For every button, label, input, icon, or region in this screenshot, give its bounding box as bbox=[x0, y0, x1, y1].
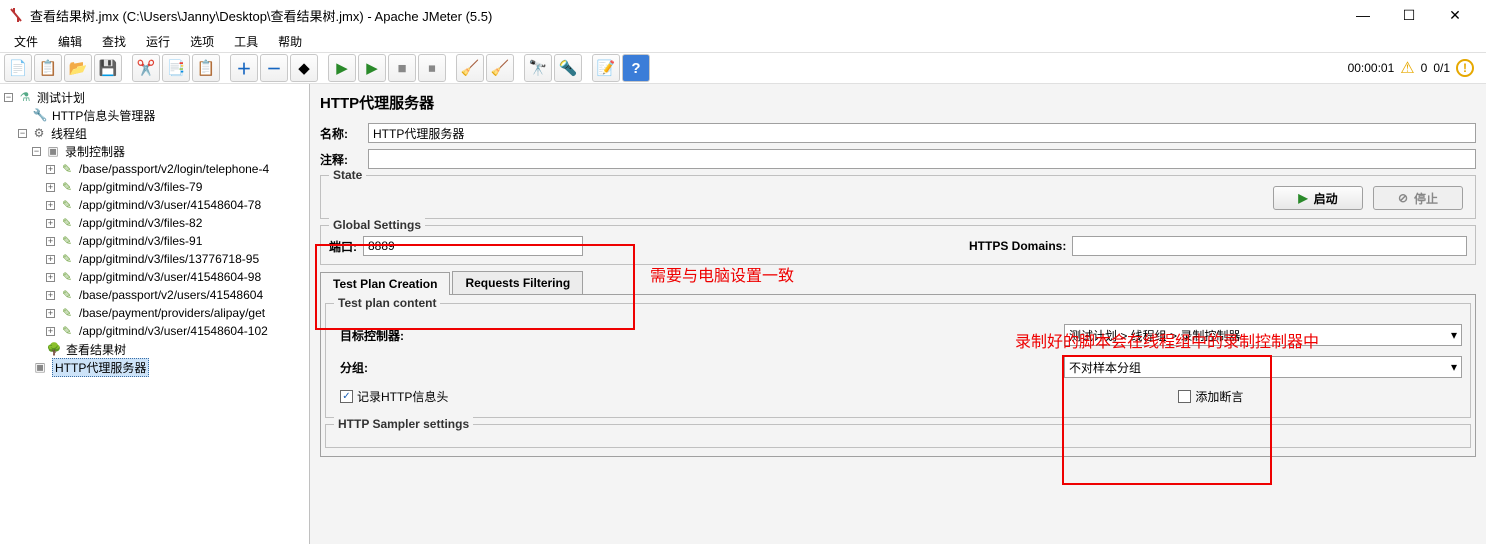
templates-icon[interactable]: 📋 bbox=[34, 54, 62, 82]
stop-button[interactable]: ⊘停止 bbox=[1373, 186, 1463, 210]
annotation-text-2: 录制好的脚本会在线程组中的录制控制器中 bbox=[1015, 328, 1319, 352]
name-field[interactable] bbox=[368, 123, 1476, 143]
tree-sampler[interactable]: +✎/app/gitmind/v3/files-91 bbox=[0, 232, 309, 250]
warning-triangle-icon[interactable]: ⚠ bbox=[1400, 58, 1414, 78]
start-button[interactable]: ▶启动 bbox=[1273, 186, 1363, 210]
port-field[interactable] bbox=[363, 236, 583, 256]
jmeter-icon bbox=[8, 7, 24, 23]
menu-bar: 文件 编辑 查找 运行 选项 工具 帮助 bbox=[0, 30, 1486, 52]
new-icon[interactable]: 📄 bbox=[4, 54, 32, 82]
function-helper-icon[interactable]: 📝 bbox=[592, 54, 620, 82]
tree-sampler[interactable]: +✎/app/gitmind/v3/files-79 bbox=[0, 178, 309, 196]
thread-count: 0/1 bbox=[1433, 61, 1450, 75]
clear-all-icon[interactable]: 🧹 bbox=[486, 54, 514, 82]
tree-header-manager[interactable]: 🔧HTTP信息头管理器 bbox=[0, 106, 309, 124]
chevron-down-icon: ▾ bbox=[1451, 328, 1457, 342]
error-count: 0 bbox=[1421, 61, 1428, 75]
shutdown-icon[interactable]: ⏹ bbox=[418, 54, 446, 82]
tree-root[interactable]: −⚗测试计划 bbox=[0, 88, 309, 106]
grouping-combo[interactable]: 不对样本分组▾ bbox=[1064, 356, 1462, 378]
minimize-button[interactable]: — bbox=[1340, 1, 1386, 29]
tab-bar: Test Plan Creation Requests Filtering bbox=[320, 271, 1476, 295]
toggle-icon[interactable]: ◆ bbox=[290, 54, 318, 82]
copy-icon[interactable]: 📑 bbox=[162, 54, 190, 82]
plus-icon[interactable]: ＋ bbox=[230, 54, 258, 82]
global-settings-fieldset: Global Settings 端口: HTTPS Domains: bbox=[320, 225, 1476, 265]
tree-sampler[interactable]: +✎/base/passport/v2/users/41548604 bbox=[0, 286, 309, 304]
record-headers-label: 记录HTTP信息头 bbox=[357, 388, 448, 405]
https-domains-field[interactable] bbox=[1072, 236, 1467, 256]
comment-field[interactable] bbox=[368, 149, 1476, 169]
menu-file[interactable]: 文件 bbox=[6, 31, 46, 52]
elapsed-time: 00:00:01 bbox=[1348, 61, 1395, 75]
tab-requests-filtering[interactable]: Requests Filtering bbox=[452, 271, 583, 294]
menu-options[interactable]: 选项 bbox=[182, 31, 222, 52]
sampler-legend: HTTP Sampler settings bbox=[334, 417, 473, 431]
tree-thread-group[interactable]: −⚙线程组 bbox=[0, 124, 309, 142]
tree-sampler[interactable]: +✎/app/gitmind/v3/user/41548604-78 bbox=[0, 196, 309, 214]
start-icon[interactable]: ▶ bbox=[328, 54, 356, 82]
tree-sampler[interactable]: +✎/app/gitmind/v3/files-82 bbox=[0, 214, 309, 232]
test-plan-tree[interactable]: −⚗测试计划 🔧HTTP信息头管理器 −⚙线程组 −▣录制控制器 +✎/base… bbox=[0, 84, 310, 544]
global-legend: Global Settings bbox=[329, 218, 425, 232]
menu-edit[interactable]: 编辑 bbox=[50, 31, 90, 52]
help-icon[interactable]: ? bbox=[622, 54, 650, 82]
tree-sampler[interactable]: +✎/base/passport/v2/login/telephone-4 bbox=[0, 160, 309, 178]
tp-legend: Test plan content bbox=[334, 296, 440, 310]
state-fieldset: State ▶启动 ⊘停止 bbox=[320, 175, 1476, 219]
http-sampler-settings-fieldset: HTTP Sampler settings bbox=[325, 424, 1471, 448]
chevron-down-icon: ▾ bbox=[1451, 360, 1457, 374]
warning-circle-icon[interactable]: ! bbox=[1456, 59, 1474, 77]
minus-icon[interactable]: － bbox=[260, 54, 288, 82]
name-label: 名称: bbox=[320, 125, 362, 142]
menu-run[interactable]: 运行 bbox=[138, 31, 178, 52]
tree-sampler[interactable]: +✎/app/gitmind/v3/user/41548604-102 bbox=[0, 322, 309, 340]
start-no-timers-icon[interactable]: ▶ bbox=[358, 54, 386, 82]
clear-icon[interactable]: 🧹 bbox=[456, 54, 484, 82]
tree-sampler[interactable]: +✎/app/gitmind/v3/user/41548604-98 bbox=[0, 268, 309, 286]
open-icon[interactable]: 📂 bbox=[64, 54, 92, 82]
menu-help[interactable]: 帮助 bbox=[270, 31, 310, 52]
record-headers-checkbox[interactable]: ✓ bbox=[340, 390, 353, 403]
tree-sampler[interactable]: +✎/base/payment/providers/alipay/get bbox=[0, 304, 309, 322]
reset-search-icon[interactable]: 🔦 bbox=[554, 54, 582, 82]
comment-label: 注释: bbox=[320, 151, 362, 168]
tree-view-results[interactable]: 🌳查看结果树 bbox=[0, 340, 309, 358]
menu-tools[interactable]: 工具 bbox=[226, 31, 266, 52]
test-plan-content-fieldset: Test plan content 目标控制器: 测试计划 > 线程组 > 录制… bbox=[325, 303, 1471, 418]
cut-icon[interactable]: ✂️ bbox=[132, 54, 160, 82]
config-panel: HTTP代理服务器 名称: 注释: State ▶启动 ⊘停止 Global S… bbox=[310, 84, 1486, 544]
https-domains-label: HTTPS Domains: bbox=[969, 239, 1066, 253]
tab-content: Test plan content 目标控制器: 测试计划 > 线程组 > 录制… bbox=[320, 295, 1476, 457]
paste-icon[interactable]: 📋 bbox=[192, 54, 220, 82]
state-legend: State bbox=[329, 168, 366, 182]
tree-recorder[interactable]: −▣录制控制器 bbox=[0, 142, 309, 160]
tab-test-plan-creation[interactable]: Test Plan Creation bbox=[320, 272, 450, 295]
add-assertion-checkbox[interactable] bbox=[1178, 390, 1191, 403]
port-label: 端口: bbox=[329, 238, 357, 255]
tree-http-proxy[interactable]: ▣HTTP代理服务器 bbox=[0, 358, 309, 376]
panel-heading: HTTP代理服务器 bbox=[320, 92, 1476, 113]
window-title: 查看结果树.jmx (C:\Users\Janny\Desktop\查看结果树.… bbox=[30, 6, 1340, 25]
add-assertion-label: 添加断言 bbox=[1195, 388, 1243, 405]
toolbar: 📄 📋 📂 💾 ✂️ 📑 📋 ＋ － ◆ ▶ ▶ ■ ⏹ 🧹 🧹 🔭 🔦 📝 ?… bbox=[0, 52, 1486, 84]
annotation-text-1: 需要与电脑设置一致 bbox=[650, 262, 794, 286]
stop-icon[interactable]: ■ bbox=[388, 54, 416, 82]
search-icon[interactable]: 🔭 bbox=[524, 54, 552, 82]
grouping-label: 分组: bbox=[334, 359, 1054, 376]
title-bar: 查看结果树.jmx (C:\Users\Janny\Desktop\查看结果树.… bbox=[0, 0, 1486, 30]
maximize-button[interactable]: ☐ bbox=[1386, 1, 1432, 29]
save-icon[interactable]: 💾 bbox=[94, 54, 122, 82]
menu-search[interactable]: 查找 bbox=[94, 31, 134, 52]
close-button[interactable]: ✕ bbox=[1432, 1, 1478, 29]
tree-sampler[interactable]: +✎/app/gitmind/v3/files/13776718-95 bbox=[0, 250, 309, 268]
target-controller-label: 目标控制器: bbox=[334, 327, 1054, 344]
